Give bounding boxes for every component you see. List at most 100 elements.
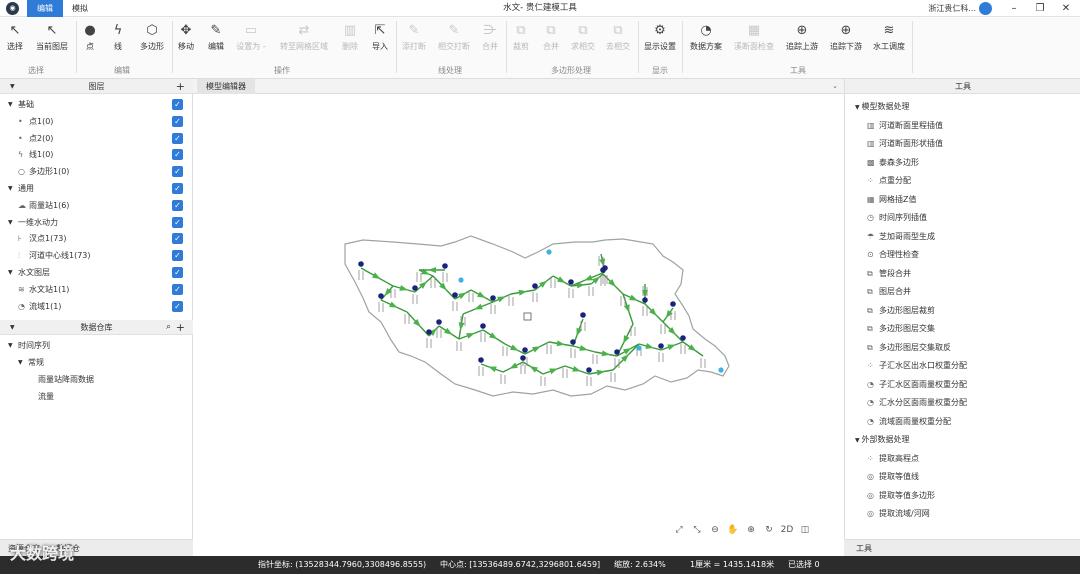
close-icon[interactable]: ✕: [1054, 0, 1078, 17]
2d-toggle[interactable]: 2D: [778, 522, 796, 539]
add-break-button[interactable]: ✎ 添打断: [400, 21, 428, 52]
tool-item[interactable]: ▦ 网格插Z值: [867, 192, 916, 207]
tool-item[interactable]: ⧉ 多边形图层交集: [867, 321, 935, 336]
hydro-station-point[interactable]: [523, 312, 532, 321]
tool-item[interactable]: ◔ 流域面雨量权重分配: [867, 414, 951, 429]
minimize-icon[interactable]: –: [1002, 0, 1026, 17]
junction-point[interactable]: [480, 323, 486, 329]
junction-point[interactable]: [680, 335, 686, 341]
tool-item[interactable]: ◔ 子汇水区面雨量权重分配: [867, 377, 967, 392]
warehouse-item[interactable]: ▼ 常规: [0, 354, 193, 371]
tab-tools[interactable]: 工具: [844, 544, 872, 553]
junction-point[interactable]: [522, 347, 528, 353]
zoom-in-icon[interactable]: ⊕: [742, 522, 760, 539]
tab-model-editor[interactable]: 模型编辑器: [197, 79, 255, 94]
visibility-checkbox[interactable]: ✓: [172, 132, 183, 144]
line-button[interactable]: ϟ线: [110, 21, 126, 52]
junction-point[interactable]: [412, 285, 418, 291]
tool-section-header[interactable]: ▼ 模型数据处理: [855, 99, 910, 115]
tool-item[interactable]: ⁘ 点重分配: [867, 173, 911, 188]
tool-item[interactable]: ⧉ 多边形图层裁剪: [867, 303, 935, 318]
refresh-icon[interactable]: ↻: [760, 522, 778, 539]
line-merge-button[interactable]: ⋺ 合并: [481, 21, 499, 52]
junction-point[interactable]: [580, 312, 586, 318]
warehouse-item[interactable]: ▼ 时间序列: [0, 337, 193, 354]
tool-item[interactable]: ⊙ 合理性检查: [867, 247, 919, 262]
visibility-checkbox[interactable]: ✓: [172, 99, 183, 110]
layer-item[interactable]: • 点1(0) ✓: [0, 113, 193, 130]
split-view-icon[interactable]: ◫: [796, 522, 814, 539]
trace-upstream-button[interactable]: ⊕ 追踪上游: [784, 21, 820, 52]
warehouse-item[interactable]: 流量: [0, 388, 193, 405]
delete-button[interactable]: ▥ 删除: [340, 21, 360, 52]
tool-item[interactable]: ⧉ 图层合并: [867, 284, 911, 299]
junction-point[interactable]: [426, 329, 432, 335]
junction-point[interactable]: [602, 265, 608, 271]
zoom-out-icon[interactable]: ⊖: [706, 522, 724, 539]
junction-point[interactable]: [358, 261, 364, 267]
clip-button[interactable]: ⧉ 裁剪: [511, 21, 531, 52]
map-canvas[interactable]: [193, 94, 844, 524]
rain-station-point[interactable]: [718, 367, 724, 373]
junction-point[interactable]: [436, 319, 442, 325]
tool-item[interactable]: ⁘ 提取高程点: [867, 451, 919, 466]
visibility-checkbox[interactable]: ✓: [172, 166, 183, 178]
tool-item[interactable]: ◔ 汇水分区面雨量权重分配: [867, 395, 967, 410]
junction-point[interactable]: [658, 343, 664, 349]
tool-item[interactable]: ⧉ 多边形图层交集取反: [867, 340, 951, 355]
intersect-break-button[interactable]: ✎ 相交打断: [436, 21, 472, 52]
restore-icon[interactable]: ❐: [1028, 0, 1052, 17]
point-button[interactable]: ● 点: [82, 21, 98, 52]
add-data-icon[interactable]: +: [176, 320, 185, 335]
union-button[interactable]: ⧉ 合并: [541, 21, 561, 52]
expand-icon[interactable]: ▼: [8, 337, 13, 354]
layer-group[interactable]: ▼ 通用 ✓: [0, 180, 193, 197]
visibility-checkbox[interactable]: ✓: [172, 267, 183, 278]
visibility-checkbox[interactable]: ✓: [172, 149, 183, 161]
tool-item[interactable]: ◎ 提取等值多边形: [867, 488, 935, 503]
data-scheme-button[interactable]: ◔ 数据方案: [688, 21, 724, 52]
layer-item[interactable]: ◔ 流域1(1) ✓: [0, 298, 193, 315]
move-button[interactable]: ✥ 移动: [176, 21, 196, 52]
expand-icon[interactable]: ▼: [8, 180, 13, 197]
chevron-down-icon[interactable]: ⌄: [832, 79, 838, 94]
expand-icon[interactable]: ▼: [8, 96, 13, 113]
visibility-checkbox[interactable]: ✓: [172, 233, 183, 245]
warehouse-item[interactable]: 雨量站降雨数据: [0, 371, 193, 388]
layer-item[interactable]: ϟ 线1(0) ✓: [0, 146, 193, 163]
tool-item[interactable]: ◷ 时间序列插值: [867, 210, 927, 225]
tool-item[interactable]: ▩ 泰森多边形: [867, 155, 919, 170]
visibility-checkbox[interactable]: ✓: [172, 300, 183, 312]
layer-item[interactable]: • 点2(0) ✓: [0, 130, 193, 147]
rain-station-point[interactable]: [546, 249, 552, 255]
add-layer-icon[interactable]: +: [176, 79, 185, 94]
tool-item[interactable]: ▥ 河道断面形状插值: [867, 136, 943, 151]
layer-item[interactable]: ⊦ 汊点1(73) ✓: [0, 230, 193, 247]
edit-button[interactable]: ✎ 编辑: [206, 21, 226, 52]
junction-point[interactable]: [490, 295, 496, 301]
junction-point[interactable]: [478, 357, 484, 363]
visibility-checkbox[interactable]: ✓: [172, 115, 183, 127]
collapse-icon[interactable]: ▼: [10, 320, 15, 335]
tool-item[interactable]: ◎ 提取等值线: [867, 469, 919, 484]
junction-point[interactable]: [520, 355, 526, 361]
tool-section-header[interactable]: ▼ 外部数据处理: [855, 432, 910, 448]
section-check-button[interactable]: ▦ 溪断面检查: [731, 21, 777, 52]
current-layer-button[interactable]: ↖ 当前图层: [33, 21, 71, 52]
select-button[interactable]: ↖ 选择: [4, 21, 26, 52]
layer-group[interactable]: ▼ 一维水动力 ✓: [0, 214, 193, 231]
visibility-checkbox[interactable]: ✓: [172, 199, 183, 211]
junction-point[interactable]: [532, 283, 538, 289]
layer-item[interactable]: ☁ 雨量站1(6) ✓: [0, 197, 193, 214]
layer-item[interactable]: ○ 多边形1(0) ✓: [0, 163, 193, 180]
junction-point[interactable]: [568, 279, 574, 285]
tool-item[interactable]: ☂ 芝加哥雨型生成: [867, 229, 935, 244]
tool-item[interactable]: ◎ 提取流域/河网: [867, 506, 930, 521]
intersect-button[interactable]: ⧉ 求相交: [571, 21, 595, 52]
junction-point[interactable]: [586, 367, 592, 373]
junction-point[interactable]: [378, 293, 384, 299]
junction-point[interactable]: [442, 263, 448, 269]
fit-extent-icon[interactable]: ⤢: [670, 522, 688, 539]
remove-intersect-button[interactable]: ⧉ 去相交: [605, 21, 631, 52]
full-extent-icon[interactable]: ⤡: [688, 522, 706, 539]
